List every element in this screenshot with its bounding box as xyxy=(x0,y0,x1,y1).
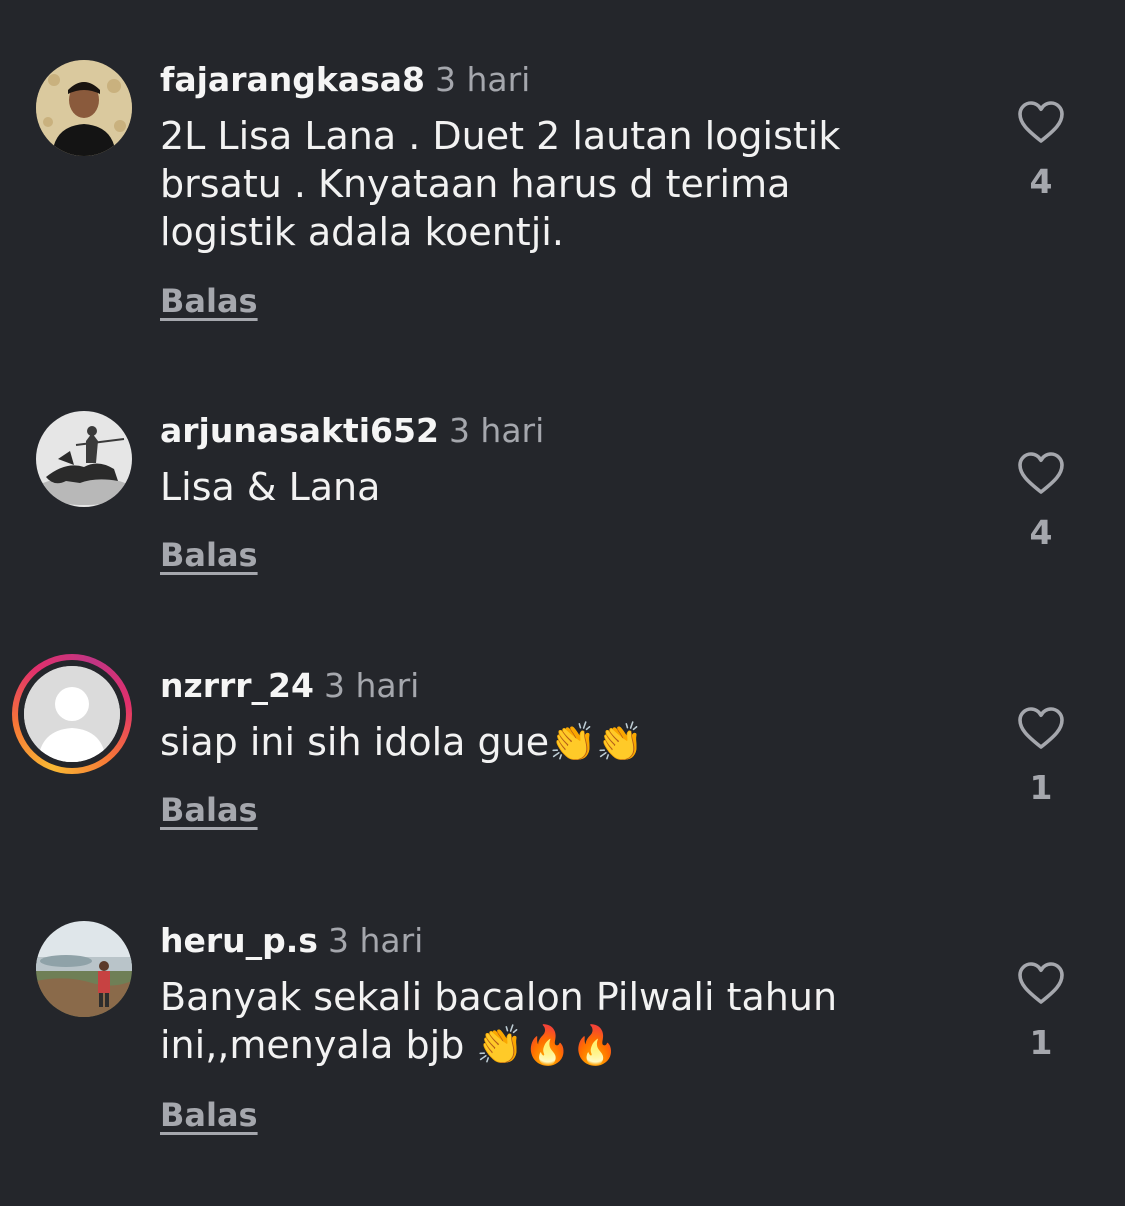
reply-button[interactable]: Balas xyxy=(160,536,258,574)
like-control: 4 xyxy=(1008,100,1074,201)
comment-text: Banyak sekali bacalon Pilwali tahun ini,… xyxy=(160,975,838,1067)
avatar-photo xyxy=(36,921,132,1017)
default-avatar-icon xyxy=(24,666,120,762)
heart-outline-icon[interactable] xyxy=(1017,100,1065,144)
heart-outline-icon[interactable] xyxy=(1017,961,1065,1005)
like-control: 4 xyxy=(1008,451,1074,552)
avatar[interactable] xyxy=(36,921,132,1017)
like-count: 4 xyxy=(1029,513,1053,552)
avatar[interactable] xyxy=(36,411,132,507)
reply-button[interactable]: Balas xyxy=(160,1096,258,1134)
avatar xyxy=(24,666,120,762)
reply-button[interactable]: Balas xyxy=(160,282,258,320)
comment-username[interactable]: heru_p.s xyxy=(160,921,318,960)
comment-username[interactable]: fajarangkasa8 xyxy=(160,60,425,99)
comment-text: Lisa & Lana xyxy=(160,465,381,509)
avatar-photo xyxy=(36,60,132,156)
comment-meta: nzrrr_24 3 hari xyxy=(160,666,419,706)
comment-time: 3 hari xyxy=(434,60,531,99)
comment-time: 3 hari xyxy=(448,411,545,450)
comment-meta: heru_p.s 3 hari xyxy=(160,921,423,961)
heart-outline-icon[interactable] xyxy=(1017,451,1065,495)
reply-button[interactable]: Balas xyxy=(160,791,258,829)
avatar-story-ring[interactable] xyxy=(12,654,132,774)
like-control: 1 xyxy=(1008,706,1074,807)
comment-text: 2L Lisa Lana . Duet 2 lautan logistik br… xyxy=(160,114,841,254)
comment-meta: fajarangkasa8 3 hari xyxy=(160,60,530,100)
comment-time: 3 hari xyxy=(327,921,424,960)
comment-time: 3 hari xyxy=(323,666,420,705)
like-count: 4 xyxy=(1029,162,1053,201)
avatar[interactable] xyxy=(36,60,132,156)
comment-meta: arjunasakti652 3 hari xyxy=(160,411,544,451)
heart-outline-icon[interactable] xyxy=(1017,706,1065,750)
like-count: 1 xyxy=(1029,768,1053,807)
comment-username[interactable]: nzrrr_24 xyxy=(160,666,314,705)
comment-text: siap ini sih idola gue👏👏 xyxy=(160,720,644,764)
like-control: 1 xyxy=(1008,961,1074,1062)
like-count: 1 xyxy=(1029,1023,1053,1062)
avatar-photo xyxy=(36,411,132,507)
comment-username[interactable]: arjunasakti652 xyxy=(160,411,439,450)
